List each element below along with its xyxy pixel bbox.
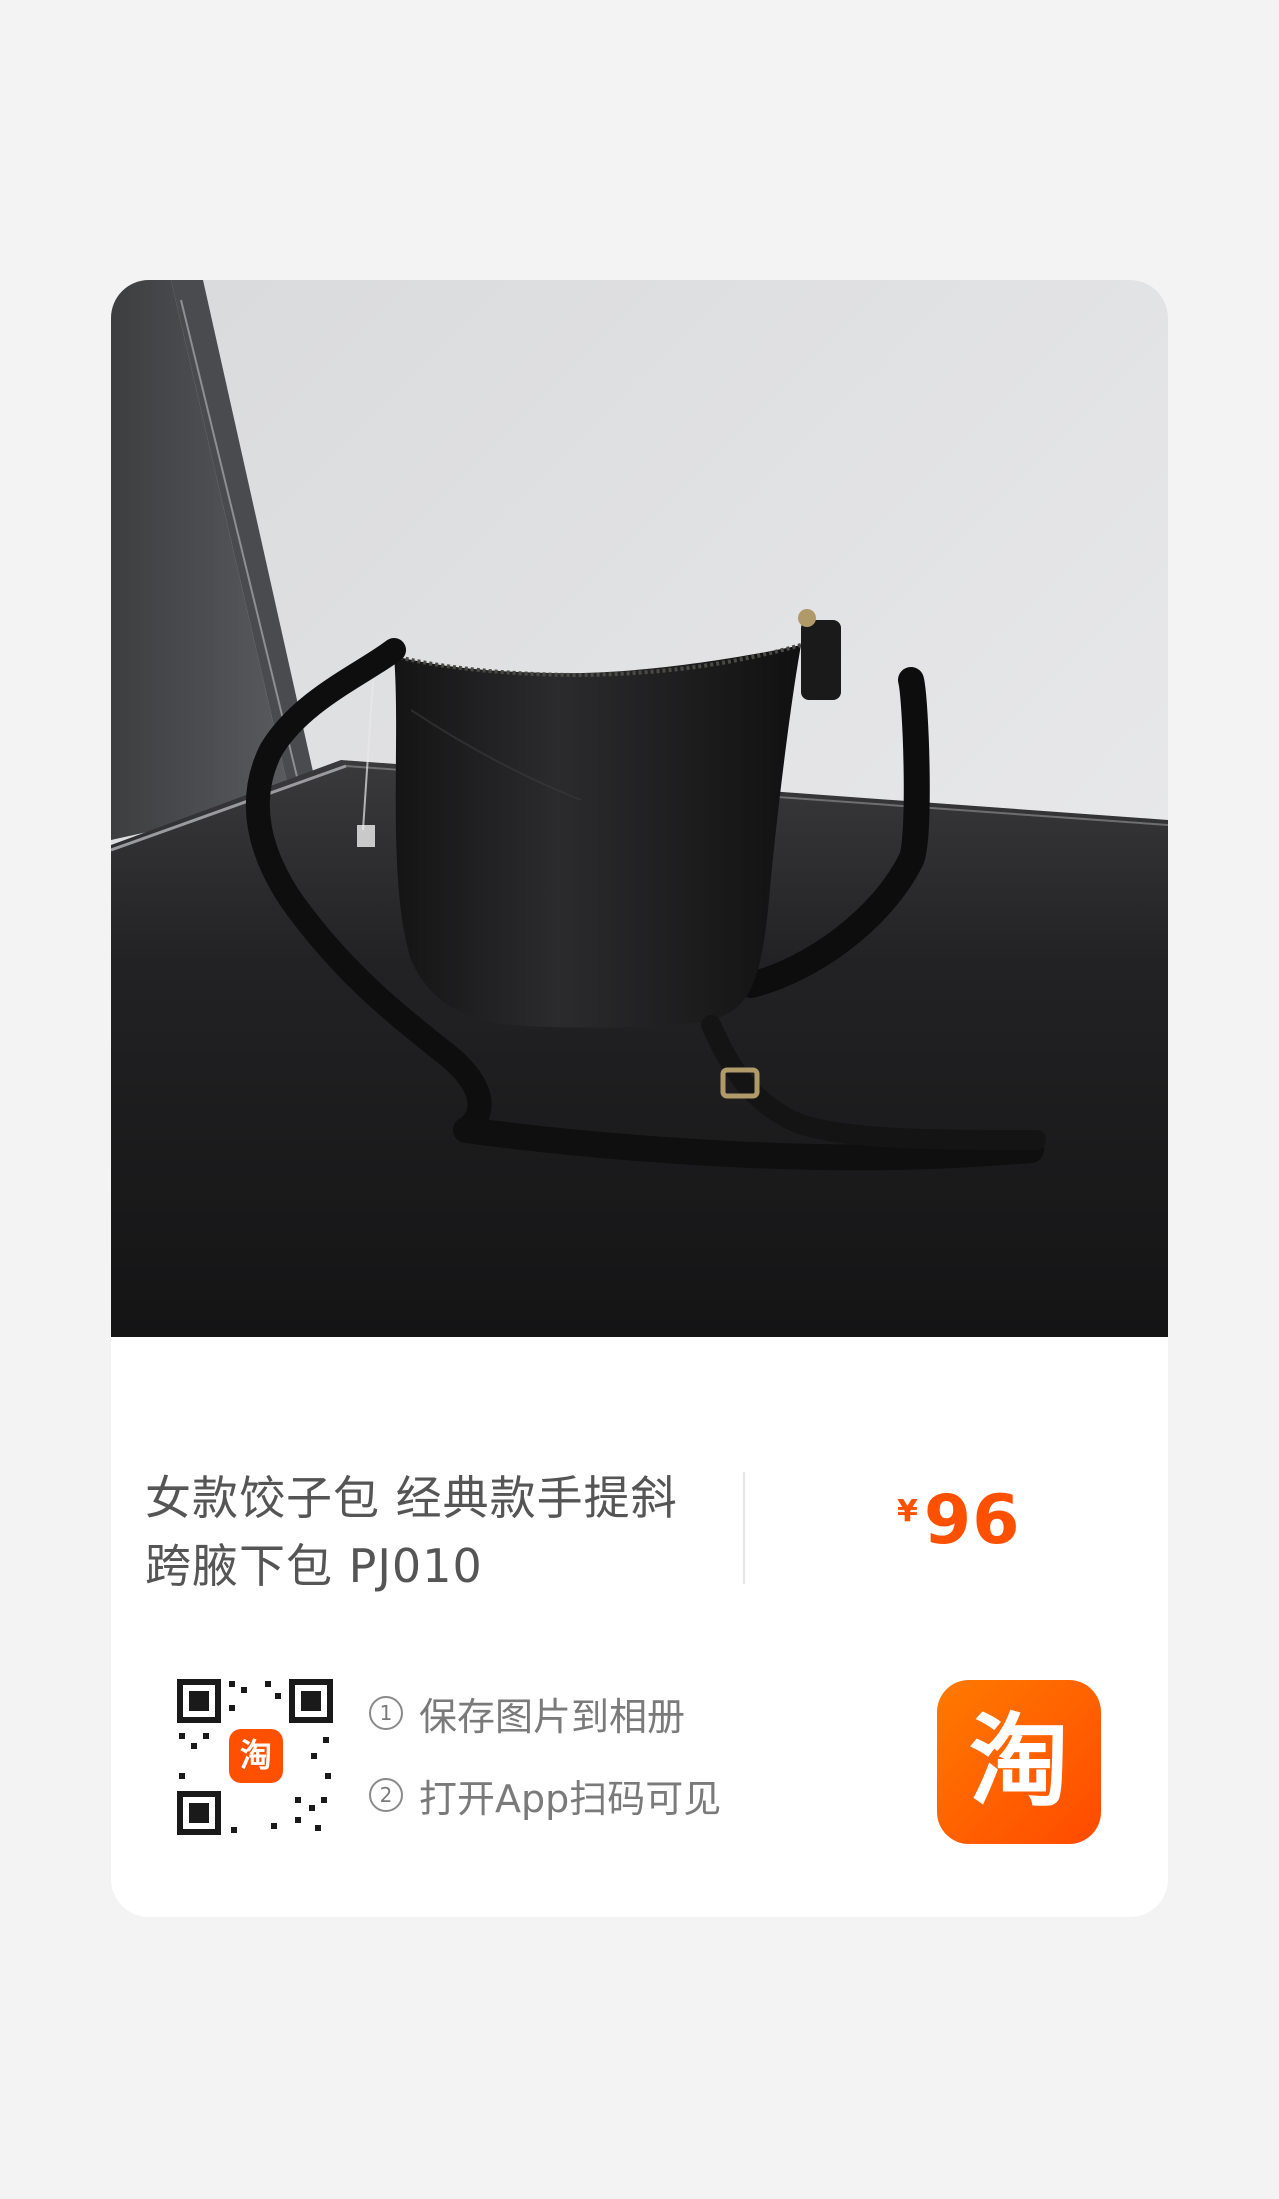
taobao-app-logo-char: 淘 [969, 1703, 1069, 1820]
divider [743, 1472, 745, 1584]
price-value: 96 [923, 1481, 1021, 1560]
product-title[interactable]: 女款饺子包 经典款手提斜跨腋下包 PJ010 [145, 1464, 705, 1600]
taobao-app-icon[interactable]: 淘 [937, 1680, 1101, 1844]
step-number-1: 1 [369, 1696, 403, 1730]
step-label-save-image: 保存图片到相册 [419, 1694, 686, 1739]
step-number-2: 2 [369, 1778, 403, 1812]
product-image[interactable] [111, 280, 1168, 1337]
product-share-card: 女款饺子包 经典款手提斜跨腋下包 PJ010 ¥96 淘 1 保存图片到相册 2… [111, 280, 1168, 1917]
share-steps: 1 保存图片到相册 2 打开App扫码可见 [369, 1687, 721, 1851]
step-open-app: 2 打开App扫码可见 [369, 1769, 721, 1821]
qr-taobao-logo: 淘 [240, 1736, 272, 1774]
price-currency: ¥ [897, 1494, 918, 1529]
product-info: 女款饺子包 经典款手提斜跨腋下包 PJ010 ¥96 淘 1 保存图片到相册 2… [111, 1337, 1168, 1917]
step-label-open-app: 打开App扫码可见 [419, 1776, 722, 1821]
step-save-image: 1 保存图片到相册 [369, 1687, 721, 1739]
qr-code[interactable]: 淘 [175, 1677, 335, 1837]
product-price: ¥96 [897, 1481, 1021, 1560]
